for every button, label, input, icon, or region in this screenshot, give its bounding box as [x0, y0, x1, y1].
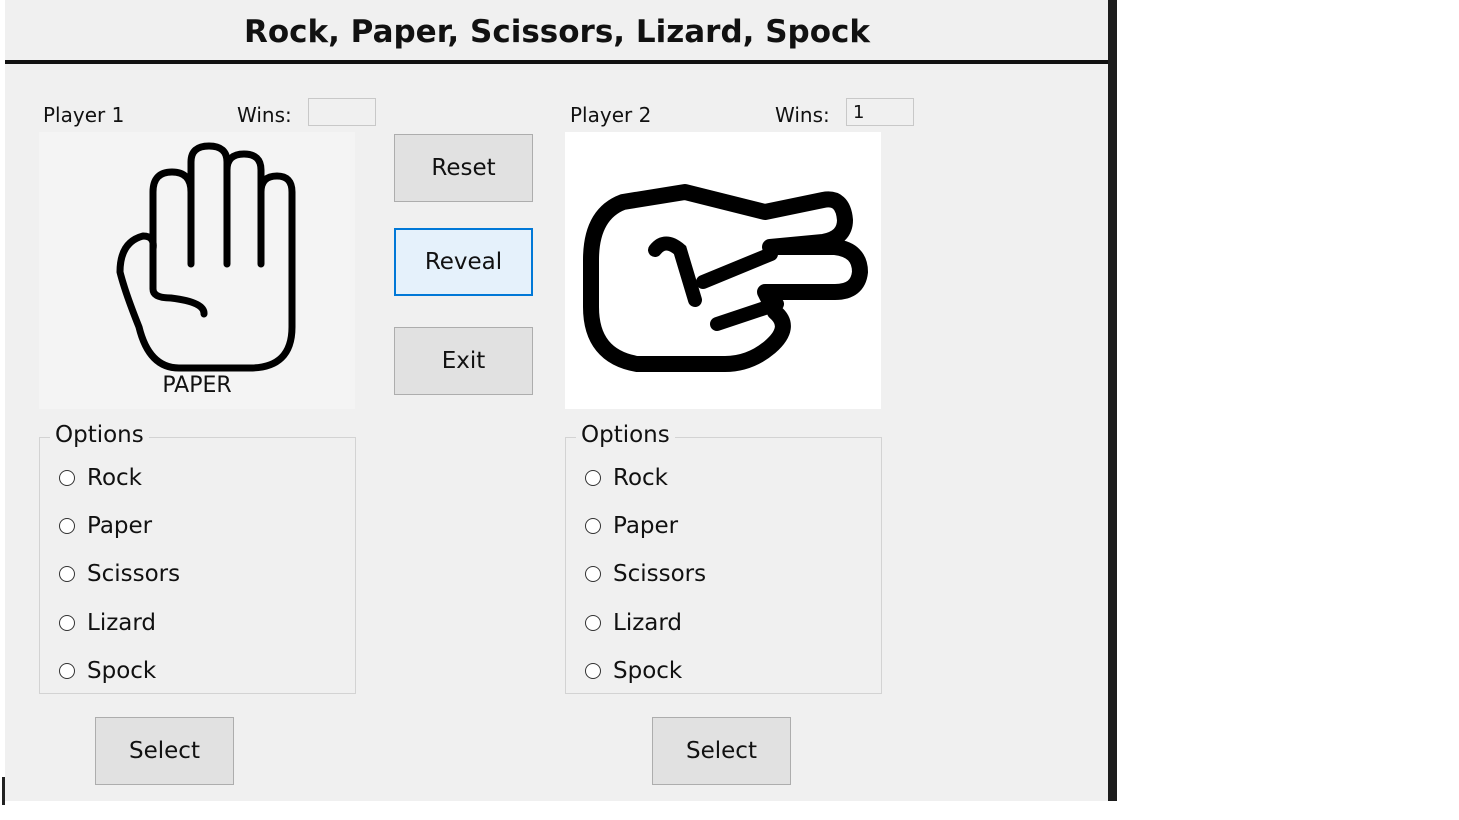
scissors-hand-icon	[583, 184, 868, 372]
radio-circle-icon[interactable]	[59, 566, 75, 582]
option-label: Scissors	[613, 561, 707, 587]
player1-option-scissors[interactable]: Scissors	[59, 559, 180, 589]
player2-option-spock[interactable]: Spock	[585, 656, 682, 686]
player2-option-scissors[interactable]: Scissors	[585, 559, 706, 589]
option-label: Lizard	[613, 610, 683, 636]
option-label: Rock	[87, 465, 142, 491]
player1-select-button[interactable]: Select	[95, 717, 234, 785]
player1-choice-caption: PAPER	[162, 373, 232, 398]
player1-wins-label: Wins:	[237, 103, 292, 127]
player2-wins-field[interactable]: 1	[846, 98, 914, 126]
option-label: Paper	[87, 513, 153, 539]
radio-circle-icon[interactable]	[585, 566, 601, 582]
player1-option-spock[interactable]: Spock	[59, 656, 156, 686]
player1-option-rock[interactable]: Rock	[59, 463, 142, 493]
player2-label: Player 2	[570, 103, 652, 127]
option-label: Paper	[613, 513, 679, 539]
option-label: Rock	[613, 465, 668, 491]
window-edge	[1108, 0, 1117, 801]
radio-circle-icon[interactable]	[59, 470, 75, 486]
reset-button[interactable]: Reset	[394, 134, 533, 202]
player1-wins-field[interactable]	[308, 98, 376, 126]
option-label: Spock	[613, 658, 683, 684]
player1-options-title: Options	[50, 422, 149, 448]
player1-choice-image: PAPER	[39, 132, 355, 409]
radio-circle-icon[interactable]	[585, 663, 601, 679]
game-window: Rock, Paper, Scissors, Lizard, Spock Pla…	[5, 0, 1109, 801]
player2-option-paper[interactable]: Paper	[585, 511, 678, 541]
reveal-button[interactable]: Reveal	[394, 228, 533, 296]
player2-option-rock[interactable]: Rock	[585, 463, 668, 493]
radio-circle-icon[interactable]	[59, 663, 75, 679]
player2-option-lizard[interactable]: Lizard	[585, 608, 682, 638]
player2-wins-label: Wins:	[775, 103, 830, 127]
exit-button[interactable]: Exit	[394, 327, 533, 395]
radio-circle-icon[interactable]	[585, 518, 601, 534]
player2-options-group: Options Rock Paper Scissors Lizard Spock	[565, 422, 882, 694]
option-label: Spock	[87, 658, 157, 684]
radio-circle-icon[interactable]	[585, 470, 601, 486]
option-label: Scissors	[87, 561, 181, 587]
text-caret	[2, 777, 5, 805]
player2-options-title: Options	[576, 422, 675, 448]
option-label: Lizard	[87, 610, 157, 636]
player1-options-group: Options Rock Paper Scissors Lizard Spock	[39, 422, 356, 694]
paper-hand-icon	[116, 142, 296, 372]
player1-label: Player 1	[43, 103, 125, 127]
player2-select-button[interactable]: Select	[652, 717, 791, 785]
player1-option-lizard[interactable]: Lizard	[59, 608, 156, 638]
player1-option-paper[interactable]: Paper	[59, 511, 152, 541]
title-divider	[5, 60, 1109, 64]
radio-circle-icon[interactable]	[585, 615, 601, 631]
radio-circle-icon[interactable]	[59, 518, 75, 534]
player2-choice-image	[565, 132, 881, 409]
radio-circle-icon[interactable]	[59, 615, 75, 631]
window-title: Rock, Paper, Scissors, Lizard, Spock	[243, 14, 871, 50]
